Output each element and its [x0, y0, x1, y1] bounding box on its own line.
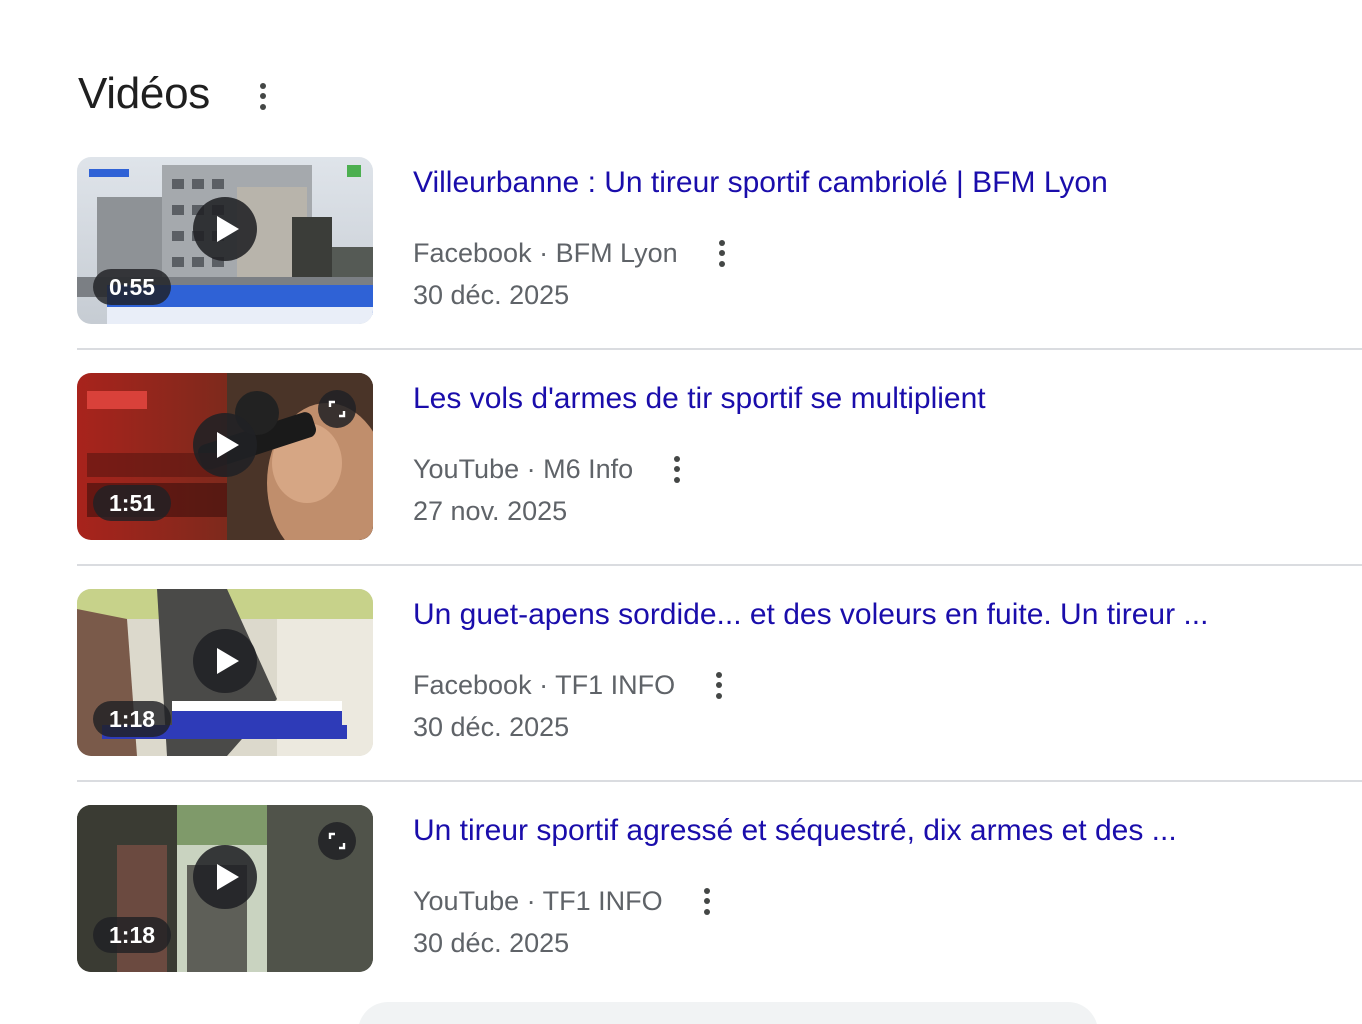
more-vertical-icon[interactable] — [667, 455, 687, 483]
video-meta: YouTube · TF1 INFO — [413, 881, 1362, 921]
video-item: 0:55 Villeurbanne : Un tireur sportif ca… — [77, 157, 1362, 373]
video-thumbnail[interactable]: 1:51 — [77, 373, 373, 540]
divider — [77, 780, 1362, 782]
play-button[interactable] — [193, 197, 257, 261]
video-info: Un tireur sportif agressé et séquestré, … — [413, 805, 1362, 963]
play-button[interactable] — [193, 629, 257, 693]
video-source: YouTube · TF1 INFO — [413, 885, 663, 916]
video-source: YouTube · M6 Info — [413, 453, 634, 484]
section-header: Vidéos — [78, 66, 273, 122]
video-thumbnail[interactable]: 1:18 — [77, 589, 373, 756]
video-list: 0:55 Villeurbanne : Un tireur sportif ca… — [77, 157, 1362, 1021]
video-item: 1:18 Un tireur sportif agressé et séques… — [77, 805, 1362, 1021]
play-icon — [216, 216, 239, 242]
duration-badge: 1:18 — [93, 701, 172, 737]
section-title: Vidéos — [78, 69, 210, 118]
expand-icon — [328, 400, 346, 418]
play-button[interactable] — [193, 845, 257, 909]
expand-button[interactable] — [318, 822, 356, 860]
more-vertical-icon[interactable] — [709, 671, 729, 699]
video-meta: Facebook · TF1 INFO — [413, 665, 1362, 705]
video-date: 30 déc. 2025 — [413, 928, 570, 958]
video-info: Villeurbanne : Un tireur sportif cambrio… — [413, 157, 1362, 315]
video-date: 27 nov. 2025 — [413, 496, 568, 526]
play-icon — [216, 432, 239, 458]
video-title-link[interactable]: Les vols d'armes de tir sportif se multi… — [413, 373, 1333, 425]
video-date: 30 déc. 2025 — [413, 712, 570, 742]
show-more-bar[interactable] — [358, 1002, 1098, 1024]
more-vertical-icon[interactable] — [253, 82, 273, 110]
video-meta: Facebook · BFM Lyon — [413, 233, 1362, 273]
videos-panel: Vidéos 0:55 Villeurbanne: Un tireur spo… — [0, 0, 1362, 1024]
more-vertical-icon[interactable] — [712, 239, 732, 267]
play-button[interactable] — [193, 413, 257, 477]
divider — [77, 348, 1362, 350]
video-title-link[interactable]: Villeurbanne : Un tireur sportif cambrio… — [413, 157, 1333, 209]
video-title-link[interactable]: Un tireur sportif agressé et séquestré, … — [413, 805, 1333, 857]
video-meta: YouTube · M6 Info — [413, 449, 1362, 489]
expand-icon — [328, 832, 346, 850]
duration-badge: 0:55 — [93, 269, 172, 305]
video-source: Facebook · BFM Lyon — [413, 237, 678, 268]
more-vertical-icon[interactable] — [697, 887, 717, 915]
video-date: 30 déc. 2025 — [413, 280, 570, 310]
play-icon — [216, 648, 239, 674]
duration-badge: 1:51 — [93, 485, 172, 521]
video-thumbnail[interactable]: 1:18 — [77, 805, 373, 972]
video-thumbnail[interactable]: 0:55 — [77, 157, 373, 324]
expand-button[interactable] — [318, 390, 356, 428]
duration-badge: 1:18 — [93, 917, 172, 953]
play-icon — [216, 864, 239, 890]
video-source: Facebook · TF1 INFO — [413, 669, 676, 700]
video-info: Les vols d'armes de tir sportif se multi… — [413, 373, 1362, 531]
divider — [77, 564, 1362, 566]
video-item: 1:18 Un guet-apens sordide... et des vol… — [77, 589, 1362, 805]
video-title-link[interactable]: Un guet-apens sordide... et des voleurs … — [413, 589, 1333, 641]
video-item: 1:51 Les vols d'armes de tir sportif se … — [77, 373, 1362, 589]
video-info: Un guet-apens sordide... et des voleurs … — [413, 589, 1362, 747]
